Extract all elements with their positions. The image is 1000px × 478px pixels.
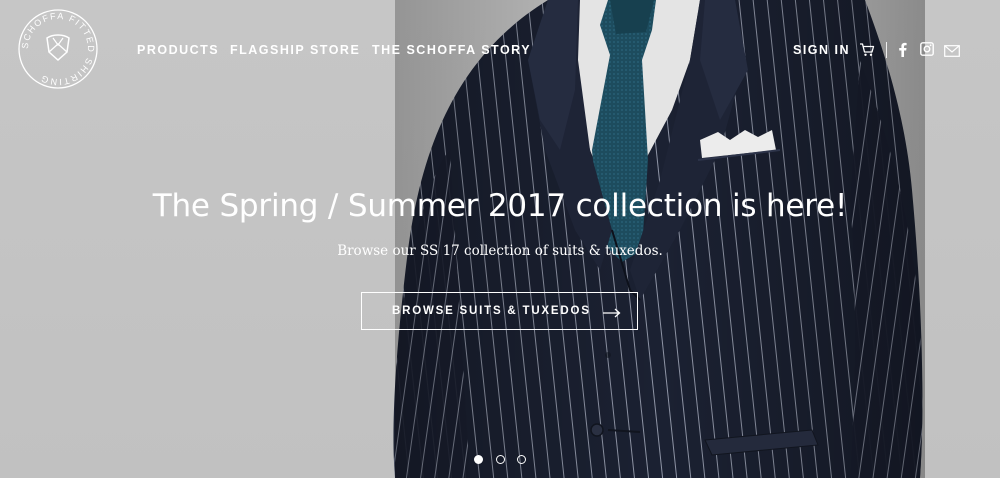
sign-in-link[interactable]: SIGN IN	[793, 43, 850, 57]
carousel-dot-3[interactable]	[517, 455, 526, 464]
hero-title: The Spring / Summer 2017 collection is h…	[152, 188, 848, 224]
arrow-right-icon	[603, 306, 621, 321]
cart-icon[interactable]	[859, 42, 875, 62]
hero-subtitle: Browse our SS 17 collection of suits & t…	[337, 243, 663, 259]
browse-suits-label: BROWSE SUITS & TUXEDOS	[392, 305, 591, 317]
brand-logo[interactable]: SCHOFFA FITTED SHIRTING	[17, 8, 99, 90]
svg-text:SCHOFFA FITTED SHIRTING: SCHOFFA FITTED SHIRTING	[20, 11, 96, 87]
browse-suits-button[interactable]: BROWSE SUITS & TUXEDOS	[361, 292, 638, 330]
nav-schoffa-story[interactable]: THE SCHOFFA STORY	[372, 43, 531, 57]
hero-image	[0, 0, 1000, 478]
nav-products[interactable]: PRODUCTS	[137, 43, 219, 57]
carousel-dot-2[interactable]	[496, 455, 505, 464]
mail-icon[interactable]	[944, 44, 960, 62]
instagram-icon[interactable]	[920, 42, 934, 61]
carousel-dot-1[interactable]	[474, 455, 483, 464]
header-divider	[886, 42, 887, 58]
nav-flagship-store[interactable]: FLAGSHIP STORE	[230, 43, 360, 57]
schoffa-seal-icon: SCHOFFA FITTED SHIRTING	[18, 9, 98, 89]
suit-illustration	[393, 0, 925, 478]
facebook-icon[interactable]	[898, 42, 907, 62]
